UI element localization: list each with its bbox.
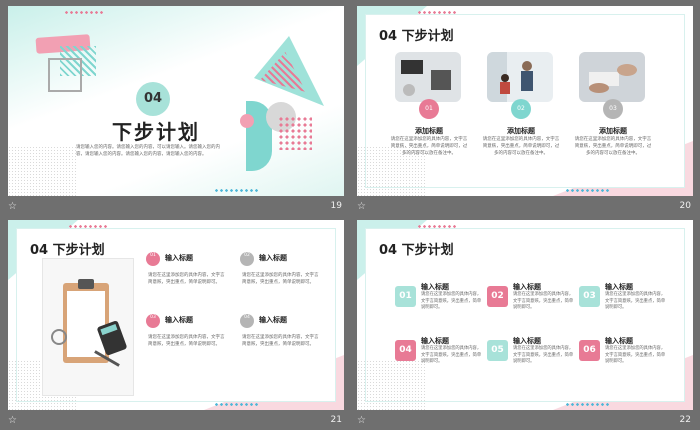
badge-03: 03: [146, 314, 160, 328]
section-number: 04: [136, 82, 170, 116]
dots-decoration: [565, 188, 611, 194]
photo-hands: [579, 52, 645, 102]
item-body: 请您在这里添加您的具体内容，文字言简意赅，突出重点，简单说明即可。: [513, 346, 574, 364]
column-body: 请您在这里添加您的具体内容，文字言简意赅，突出重点，简单说明即可，过多的内容可以…: [390, 137, 468, 156]
item-body: 请您在这里添加您的具体内容，文字言简意赅，突出重点，简单说明即可。: [148, 335, 225, 347]
item-heading: 输入标题: [513, 283, 541, 291]
badge-03: 03: [579, 286, 600, 307]
item-body: 请您在这里添加您的具体内容，文字言简意赅，突出重点，简单说明即可。: [242, 335, 319, 347]
item-heading: 输入标题: [513, 337, 541, 345]
decor-shape: [48, 58, 82, 92]
badge-05: 05: [487, 340, 508, 361]
item-body: 请您在这里添加您的具体内容，文字言简意赅，突出重点，简单说明即可。: [605, 346, 666, 364]
badge-04: 04: [240, 314, 254, 328]
badge-04: 04: [395, 340, 416, 361]
badge-06: 06: [579, 340, 600, 361]
dots-decoration: [68, 224, 108, 230]
dots-decoration: [64, 10, 104, 16]
column-heading: 添加标题: [415, 127, 443, 135]
decor-shape: [240, 114, 254, 128]
decor-shape: [278, 116, 312, 150]
item-heading: 输入标题: [165, 316, 193, 324]
item-heading: 输入标题: [165, 254, 193, 262]
item-body: 请您在这里添加您的具体内容，文字言简意赅，突出重点，简单说明即可。: [421, 292, 482, 310]
item-body: 请您在这里添加您的具体内容，文字言简意赅，突出重点，简单说明即可。: [421, 346, 482, 364]
item-body: 请您在这里添加您的具体内容，文字言简意赅，突出重点，简单说明即可。: [242, 273, 319, 285]
item-body: 请您在这里添加您的具体内容，文字言简意赅，突出重点，简单说明即可。: [605, 292, 666, 310]
item-body: 请您在这里添加您的具体内容，文字言简意赅，突出重点，简单说明即可。: [513, 292, 574, 310]
item-heading: 输入标题: [259, 254, 287, 262]
column-heading: 添加标题: [599, 127, 627, 135]
slide-footer: ☆ 22: [357, 412, 693, 430]
slide-canvas: 04 下步计划 01 02 03 添加标题 添加标题 添加标题 请您在这里添加您…: [357, 6, 693, 196]
slide-footer: ☆ 21: [8, 412, 344, 430]
item-heading: 输入标题: [605, 283, 633, 291]
decor-shape: [357, 360, 427, 410]
dots-decoration: [417, 10, 457, 16]
slide-body: 请您输入您的内容。请您输入您的内容，可以请您输入。请您输入您的内容，请您输入您的…: [76, 145, 220, 157]
slide-footer: ☆ 19: [8, 198, 344, 216]
item-heading: 输入标题: [605, 337, 633, 345]
item-heading: 输入标题: [259, 316, 287, 324]
badge-01: 01: [395, 286, 416, 307]
badge-02: 02: [240, 252, 254, 266]
dots-decoration: [214, 188, 260, 194]
badge-02: 02: [511, 99, 531, 119]
star-icon[interactable]: ☆: [8, 415, 17, 426]
item-heading: 输入标题: [421, 283, 449, 291]
slide-title: 04 下步计划: [379, 29, 454, 44]
slide-title: 下步计划: [112, 120, 200, 144]
badge-03: 03: [603, 99, 623, 119]
slide-title: 04 下步计划: [379, 243, 454, 258]
decor-shape: [8, 146, 78, 196]
column-heading: 添加标题: [507, 127, 535, 135]
slide-canvas: 04 下步计划 01 输入标题 请您在这里添加您的具体内容，文字言简意赅，突出重…: [8, 220, 344, 410]
slide-title: 04 下步计划: [30, 243, 105, 258]
slide-footer: ☆ 20: [357, 198, 693, 216]
column-body: 请您在这里添加您的具体内容，文字言简意赅，突出重点，简单说明即可，过多的内容可以…: [574, 137, 652, 156]
slide-canvas: 04 下步计划 请您输入您的内容。请您输入您的内容，可以请您输入。请您输入您的内…: [8, 6, 344, 196]
slide-number: 19: [330, 201, 342, 211]
dots-decoration: [214, 402, 260, 408]
dots-decoration: [417, 224, 457, 230]
column-body: 请您在这里添加您的具体内容，文字言简意赅，突出重点，简单说明即可，过多的内容可以…: [482, 137, 560, 156]
star-icon[interactable]: ☆: [357, 415, 366, 426]
photo-meeting: [487, 52, 553, 102]
star-icon[interactable]: ☆: [8, 201, 17, 212]
star-icon[interactable]: ☆: [357, 201, 366, 212]
clipboard-photo: [42, 258, 134, 396]
item-heading: 输入标题: [421, 337, 449, 345]
clipboard-icon: [63, 279, 109, 363]
slide-canvas: 04 下步计划 01 输入标题 请您在这里添加您的具体内容，文字言简意赅，突出重…: [357, 220, 693, 410]
magnifier-icon: [51, 329, 67, 345]
badge-01: 01: [146, 252, 160, 266]
dots-decoration: [565, 402, 611, 408]
slide-number: 20: [679, 201, 691, 211]
slide-number: 21: [330, 415, 342, 425]
badge-01: 01: [419, 99, 439, 119]
slide-number: 22: [679, 415, 691, 425]
badge-02: 02: [487, 286, 508, 307]
item-body: 请您在这里添加您的具体内容，文字言简意赅，突出重点，简单说明即可。: [148, 273, 225, 285]
photo-desk: [395, 52, 461, 102]
